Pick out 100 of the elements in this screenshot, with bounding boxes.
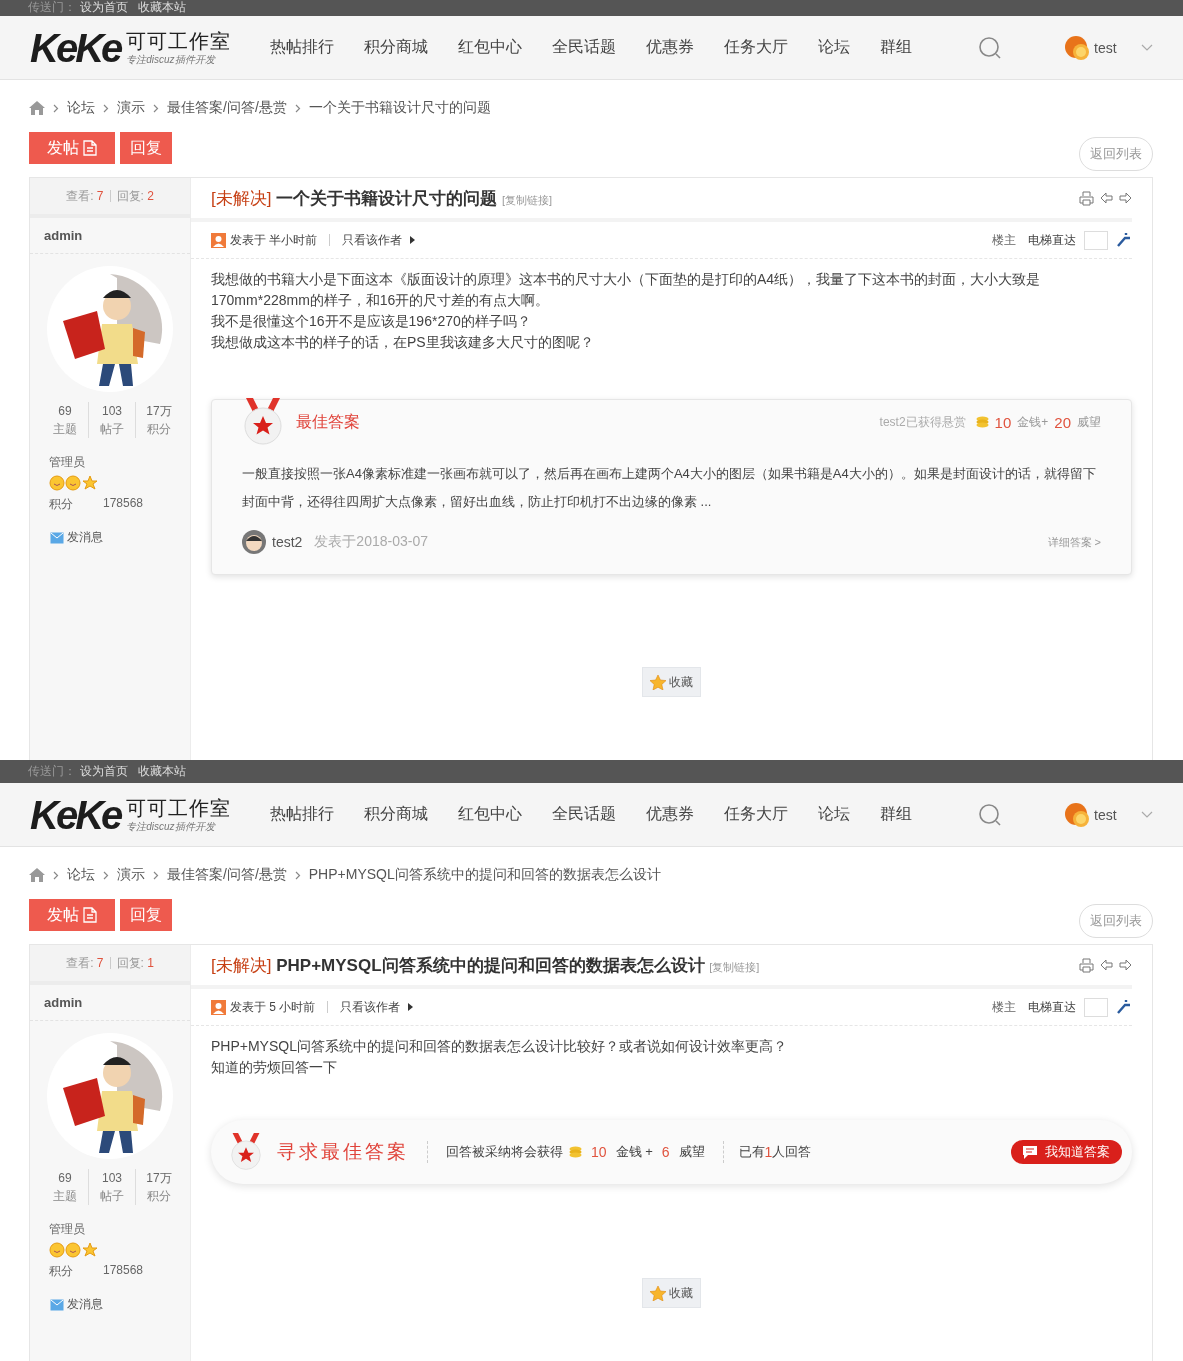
- home-icon[interactable]: [29, 101, 45, 115]
- triangle-right-icon: [408, 1003, 414, 1011]
- arrow-right-icon[interactable]: [1119, 959, 1132, 971]
- breadcrumb-link[interactable]: PHP+MYSQL问答系统中的提问和回答的数据表怎么设计: [308, 866, 661, 884]
- only-author-link[interactable]: 只看该作者: [340, 998, 401, 1016]
- user-avatar-icon[interactable]: [1064, 801, 1090, 828]
- user-name[interactable]: test: [1094, 806, 1117, 823]
- chevron-right-icon: [294, 870, 301, 880]
- nav-item[interactable]: 积分商城: [364, 804, 428, 825]
- user-name[interactable]: test: [1094, 39, 1117, 56]
- nav-item[interactable]: 优惠券: [646, 37, 694, 58]
- breadcrumb-link[interactable]: 论坛: [67, 866, 95, 884]
- star-icon: [650, 1285, 666, 1301]
- nav-item[interactable]: 论坛: [818, 37, 850, 58]
- best-answer-title: 最佳答案: [296, 411, 360, 432]
- author-avatar[interactable]: [47, 1033, 173, 1159]
- search-icon[interactable]: [978, 802, 1002, 827]
- nav-item[interactable]: 红包中心: [458, 37, 522, 58]
- home-icon[interactable]: [29, 868, 45, 882]
- arrow-left-icon[interactable]: [1100, 959, 1113, 971]
- only-author-link[interactable]: 只看该作者: [342, 231, 403, 249]
- nav-item[interactable]: 积分商城: [364, 37, 428, 58]
- answerer-avatar[interactable]: [242, 530, 266, 554]
- floor-input[interactable]: [1084, 997, 1108, 1017]
- answer-count-label: 已有: [738, 1143, 765, 1161]
- logo-tagline: 专注discuz插件开发: [126, 819, 217, 834]
- print-icon[interactable]: [1079, 957, 1094, 973]
- view-count: 查看: 7: [66, 954, 104, 972]
- send-message-link[interactable]: 发消息: [50, 1296, 103, 1313]
- author-name[interactable]: admin: [30, 985, 190, 1021]
- arrow-right-icon[interactable]: [1119, 192, 1132, 204]
- breadcrumb-link[interactable]: 演示: [117, 866, 145, 884]
- jump-label: 电梯直达: [1028, 231, 1076, 249]
- topbar-link[interactable]: 设为首页: [80, 763, 128, 780]
- chevron-down-icon[interactable]: [1140, 43, 1153, 52]
- status-tag: [未解决]: [211, 955, 272, 975]
- topbar-link[interactable]: 收藏本站: [138, 763, 186, 780]
- nav-item[interactable]: 热帖排行: [270, 804, 334, 825]
- favorite-button[interactable]: 收藏: [642, 1278, 701, 1308]
- floor-label: 楼主: [992, 998, 1016, 1016]
- search-icon[interactable]: [978, 35, 1002, 60]
- send-message-link[interactable]: 发消息: [50, 529, 103, 546]
- breadcrumb-link[interactable]: 论坛: [67, 99, 95, 117]
- print-icon[interactable]: [1079, 190, 1094, 206]
- nav-item[interactable]: 热帖排行: [270, 37, 334, 58]
- money-amount: 10: [591, 1144, 607, 1160]
- logo-mark[interactable]: KeKe: [30, 794, 121, 835]
- arrow-left-icon[interactable]: [1100, 192, 1113, 204]
- stat-label: 积分: [147, 1188, 171, 1205]
- status-tag: [未解决]: [211, 188, 272, 208]
- author-name[interactable]: admin: [30, 218, 190, 254]
- nav-item[interactable]: 群组: [880, 804, 912, 825]
- chevron-down-icon[interactable]: [1140, 810, 1153, 819]
- nav-item[interactable]: 红包中心: [458, 804, 522, 825]
- money-label: 金钱+: [1017, 413, 1049, 431]
- breadcrumb-link[interactable]: 最佳答案/问答/悬赏: [167, 99, 287, 117]
- document-icon: [83, 907, 97, 923]
- stat-label: 积分: [147, 421, 171, 438]
- logo-mark[interactable]: KeKe: [30, 27, 121, 68]
- answer-count: 1: [764, 1144, 773, 1160]
- nav-item[interactable]: 优惠券: [646, 804, 694, 825]
- nav-item[interactable]: 群组: [880, 37, 912, 58]
- user-avatar-icon[interactable]: [1064, 34, 1090, 61]
- breadcrumb-link[interactable]: 一个关于书籍设计尺寸的问题: [308, 99, 491, 117]
- go-icon[interactable]: [1116, 999, 1132, 1015]
- favorite-button[interactable]: 收藏: [642, 667, 701, 697]
- stat-value: 69: [58, 403, 72, 420]
- nav-item[interactable]: 论坛: [818, 804, 850, 825]
- coins-icon: [569, 1146, 582, 1158]
- reputation-amount: 6: [661, 1144, 670, 1160]
- topbar-link[interactable]: 收藏本站: [138, 0, 186, 14]
- go-icon[interactable]: [1116, 232, 1132, 248]
- user-group: 管理员: [49, 1221, 190, 1238]
- chevron-right-icon: [103, 870, 109, 880]
- user-icon: [211, 999, 226, 1015]
- floor-input[interactable]: [1084, 230, 1108, 250]
- topbar-label: 传送门：: [28, 0, 76, 14]
- logo-tagline: 专注discuz插件开发: [126, 52, 217, 67]
- rank-icons: [49, 1242, 99, 1258]
- stat-label: 主题: [53, 421, 77, 438]
- i-know-answer-button[interactable]: 我知道答案: [1011, 1140, 1122, 1164]
- triangle-right-icon: [410, 236, 416, 244]
- post-text: PHP+MYSQL问答系统中的提问和回答的数据表怎么设计比较好？或者说如何设计效率更高？: [211, 1037, 788, 1056]
- stat-label: 主题: [53, 1188, 77, 1205]
- author-avatar[interactable]: [47, 266, 173, 392]
- reply-count: 回复: 1: [116, 954, 154, 972]
- nav-item[interactable]: 任务大厅: [724, 804, 788, 825]
- rank-icons: [49, 475, 99, 491]
- reward-label: 回答被采纳将会获得: [446, 1143, 563, 1161]
- nav-item[interactable]: 全民话题: [552, 37, 616, 58]
- breadcrumb-link[interactable]: 演示: [117, 99, 145, 117]
- points-value: 178568: [103, 1263, 144, 1279]
- jump-label: 电梯直达: [1028, 998, 1076, 1016]
- breadcrumb-link[interactable]: 最佳答案/问答/悬赏: [167, 866, 287, 884]
- nav-item[interactable]: 全民话题: [552, 804, 616, 825]
- money-amount: 10: [994, 413, 1012, 431]
- topbar-link[interactable]: 设为首页: [80, 0, 128, 14]
- answerer-name[interactable]: test2: [272, 534, 303, 550]
- nav-item[interactable]: 任务大厅: [724, 37, 788, 58]
- stat-value: 17万: [146, 1170, 172, 1187]
